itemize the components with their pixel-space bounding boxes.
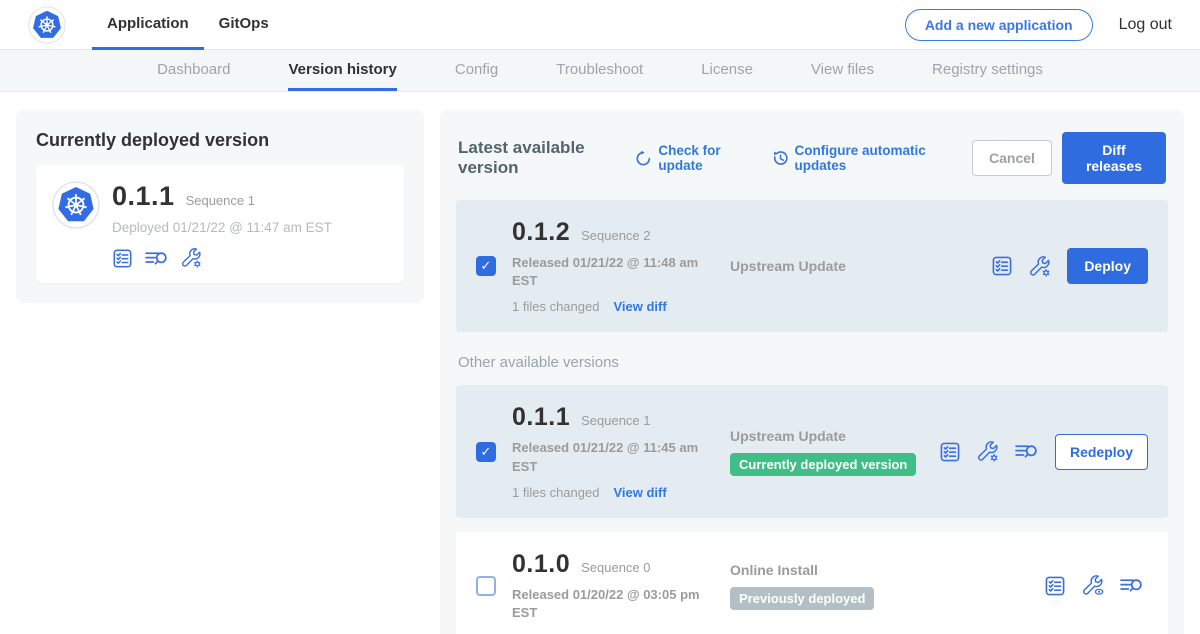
subnav-tab-troubleshoot[interactable]: Troubleshoot — [556, 50, 643, 91]
released-timestamp: Released 01/21/22 @ 11:45 am EST — [512, 439, 707, 475]
version-source: Online Install Previously deployed — [730, 562, 1044, 610]
add-application-button[interactable]: Add a new application — [905, 9, 1093, 41]
subnav-tab-view-files[interactable]: View files — [811, 50, 874, 91]
version-checkbox[interactable]: ✓ — [476, 256, 496, 276]
diff-releases-button[interactable]: Diff releases — [1062, 132, 1166, 184]
files-changed-label: 1 files changed — [512, 299, 599, 314]
subnav-tab-dashboard[interactable]: Dashboard — [157, 50, 230, 91]
deploy-logs-icon[interactable] — [144, 248, 169, 269]
source-label: Online Install — [730, 562, 1034, 578]
version-source: Upstream Update — [730, 258, 991, 274]
other-available-versions-label: Other available versions — [458, 354, 1166, 371]
latest-available-title: Latest available version — [458, 138, 619, 178]
version-source: Upstream Update Currently deployed versi… — [730, 428, 939, 476]
sequence-label: Sequence 0 — [581, 560, 650, 575]
currently-deployed-panel: Currently deployed version 0.1.1 Sequenc… — [16, 110, 424, 303]
available-versions-header: Latest available version Check for updat… — [458, 132, 1166, 184]
sequence-label: Sequence 1 — [581, 413, 650, 428]
deployed-version-number: 0.1.1 — [112, 181, 175, 212]
preflight-checklist-icon[interactable] — [1044, 575, 1066, 597]
version-info: 0.1.1 Sequence 1 Released 01/21/22 @ 11:… — [512, 403, 730, 499]
view-diff-link[interactable]: View diff — [613, 299, 666, 314]
version-checkbox[interactable]: ✓ — [476, 442, 496, 462]
version-actions-icons — [1044, 574, 1144, 597]
app-section-nav: Dashboard Version history Config Trouble… — [0, 50, 1200, 92]
available-versions-panel: Latest available version Check for updat… — [440, 110, 1184, 634]
deployed-version-info: 0.1.1 Sequence 1 Deployed 01/21/22 @ 11:… — [112, 181, 332, 269]
currently-deployed-title: Currently deployed version — [36, 130, 404, 151]
currently-deployed-badge: Currently deployed version — [730, 453, 916, 476]
preflight-checklist-icon[interactable] — [112, 248, 133, 269]
top-nav: Application GitOps Add a new application… — [0, 0, 1200, 50]
configure-automatic-updates-link[interactable]: Configure automatic updates — [772, 143, 948, 173]
cancel-button[interactable]: Cancel — [972, 140, 1052, 176]
deployed-sequence-label: Sequence 1 — [186, 193, 255, 208]
kubernetes-app-icon — [52, 181, 100, 229]
source-label: Upstream Update — [730, 258, 981, 274]
top-nav-right: Add a new application Log out — [905, 9, 1172, 41]
version-card-0-1-2: ✓ 0.1.2 Sequence 2 Released 01/21/22 @ 1… — [456, 200, 1168, 332]
version-checkbox[interactable] — [476, 576, 496, 596]
version-card-0-1-1: ✓ 0.1.1 Sequence 1 Released 01/21/22 @ 1… — [456, 385, 1168, 517]
kubernetes-logo-icon — [28, 6, 66, 44]
source-label: Upstream Update — [730, 428, 929, 444]
version-history-page: Currently deployed version 0.1.1 Sequenc… — [0, 92, 1200, 634]
version-actions-icons — [991, 255, 1051, 278]
version-number: 0.1.1 — [512, 403, 570, 432]
sequence-label: Sequence 2 — [581, 228, 650, 243]
preflight-checklist-icon[interactable] — [939, 441, 961, 463]
subnav-tab-version-history[interactable]: Version history — [288, 50, 396, 91]
edit-config-icon[interactable] — [976, 440, 999, 463]
deploy-button[interactable]: Deploy — [1067, 248, 1148, 284]
edit-config-icon[interactable] — [180, 247, 202, 269]
deployed-timestamp: Deployed 01/21/22 @ 11:47 am EST — [112, 220, 332, 235]
app-tabs: Application GitOps — [92, 0, 284, 50]
tab-gitops[interactable]: GitOps — [204, 0, 284, 50]
version-actions-icons — [939, 440, 1039, 463]
deployed-version-card: 0.1.1 Sequence 1 Deployed 01/21/22 @ 11:… — [36, 165, 404, 283]
subnav-tab-config[interactable]: Config — [455, 50, 498, 91]
previously-deployed-badge: Previously deployed — [730, 587, 874, 610]
logout-link[interactable]: Log out — [1119, 16, 1172, 34]
deploy-logs-icon[interactable] — [1119, 575, 1144, 596]
released-timestamp: Released 01/20/22 @ 03:05 pm EST — [512, 586, 707, 622]
released-timestamp: Released 01/21/22 @ 11:48 am EST — [512, 254, 707, 290]
preflight-checklist-icon[interactable] — [991, 255, 1013, 277]
version-info: 0.1.2 Sequence 2 Released 01/21/22 @ 11:… — [512, 218, 730, 314]
schedule-icon — [772, 150, 789, 167]
version-info: 0.1.0 Sequence 0 Released 01/20/22 @ 03:… — [512, 550, 730, 622]
redeploy-button[interactable]: Redeploy — [1055, 434, 1148, 470]
check-for-update-link[interactable]: Check for update — [635, 143, 747, 173]
edit-config-icon[interactable] — [1028, 255, 1051, 278]
version-card-0-1-0: 0.1.0 Sequence 0 Released 01/20/22 @ 03:… — [456, 532, 1168, 634]
version-number: 0.1.0 — [512, 550, 570, 579]
view-diff-link[interactable]: View diff — [613, 485, 666, 500]
subnav-tab-license[interactable]: License — [701, 50, 753, 91]
deploy-logs-icon[interactable] — [1014, 441, 1039, 462]
subnav-tab-registry-settings[interactable]: Registry settings — [932, 50, 1043, 91]
tab-application[interactable]: Application — [92, 0, 204, 50]
refresh-icon — [635, 150, 652, 167]
files-changed-label: 1 files changed — [512, 485, 599, 500]
version-number: 0.1.2 — [512, 218, 570, 247]
view-config-icon[interactable] — [1081, 574, 1104, 597]
